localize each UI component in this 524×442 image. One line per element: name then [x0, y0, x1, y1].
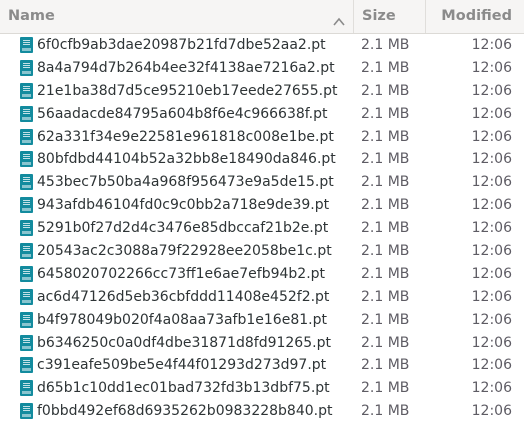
file-modified-time: 12:06 [471, 197, 512, 214]
file-row[interactable]: d65b1c10dd1ec01bad732fd3b13dbf75.pt 2.1 M… [0, 377, 524, 400]
file-name: 56aadacde84795a604b8f6e4c966638f.pt [37, 105, 328, 122]
binary-file-icon [20, 174, 33, 191]
file-modified-time: 12:06 [471, 380, 512, 397]
file-row[interactable]: 5291b0f27d2d4c3476e85dbccaf21b2e.pt 2.1 M… [0, 217, 524, 240]
file-size: 2.1 MB [361, 151, 410, 168]
column-header-name[interactable]: Name [0, 0, 353, 33]
file-size: 2.1 MB [361, 334, 410, 351]
file-row[interactable]: c391eafe509be5e4f44f01293d273d97.pt 2.1 M… [0, 354, 524, 377]
file-size: 2.1 MB [361, 174, 410, 191]
binary-file-icon [20, 128, 33, 145]
binary-file-icon [20, 197, 33, 214]
file-rows: 6f0cfb9ab3dae20987b21fd7dbe52aa2.pt 2.1 M… [0, 34, 524, 423]
file-row[interactable]: 6458020702266cc73ff1e6ae7efb94b2.pt 2.1 M… [0, 263, 524, 286]
binary-file-icon [20, 380, 33, 397]
binary-file-icon [20, 220, 33, 237]
binary-file-icon [20, 334, 33, 351]
column-header-modified[interactable]: Modified [425, 0, 524, 33]
file-size: 2.1 MB [361, 243, 410, 260]
file-size: 2.1 MB [361, 128, 410, 145]
file-modified-time: 12:06 [471, 128, 512, 145]
file-row[interactable]: 62a331f34e9e22581e961818c008e1be.pt 2.1 M… [0, 126, 524, 149]
column-header-size-label: Size [362, 8, 396, 24]
file-name: 453bec7b50ba4a968f956473e9a5de15.pt [37, 174, 334, 191]
binary-file-icon [20, 403, 33, 420]
binary-file-icon [20, 243, 33, 260]
file-name: c391eafe509be5e4f44f01293d273d97.pt [37, 357, 327, 374]
file-size: 2.1 MB [361, 220, 410, 237]
file-modified-time: 12:06 [471, 288, 512, 305]
file-modified-time: 12:06 [471, 311, 512, 328]
binary-file-icon [20, 59, 33, 76]
file-name: d65b1c10dd1ec01bad732fd3b13dbf75.pt [37, 380, 330, 397]
file-name: b6346250c0a0df4dbe31871d8fd91265.pt [37, 334, 331, 351]
file-size: 2.1 MB [361, 197, 410, 214]
file-row[interactable]: b6346250c0a0df4dbe31871d8fd91265.pt 2.1 M… [0, 332, 524, 355]
file-row[interactable]: b4f978049b020f4a08aa73afb1e16e81.pt 2.1 M… [0, 309, 524, 332]
file-modified-time: 12:06 [471, 220, 512, 237]
file-row[interactable]: 80bfdbd44104b52a32bb8e18490da846.pt 2.1 M… [0, 148, 524, 171]
sort-chevron-up-icon [333, 12, 345, 26]
file-modified-time: 12:06 [471, 151, 512, 168]
file-name: 5291b0f27d2d4c3476e85dbccaf21b2e.pt [37, 220, 329, 237]
file-name: 6458020702266cc73ff1e6ae7efb94b2.pt [37, 265, 326, 282]
file-row[interactable]: f0bbd492ef68d6935262b0983228b840.pt 2.1 M… [0, 400, 524, 423]
file-list-view[interactable]: Name Size Modified 6f0cfb9ab3dae20987b21… [0, 0, 524, 442]
file-name: 80bfdbd44104b52a32bb8e18490da846.pt [37, 151, 336, 168]
file-modified-time: 12:06 [471, 243, 512, 260]
file-modified-time: 12:06 [471, 105, 512, 122]
file-name: 20543ac2c3088a79f22928ee2058be1c.pt [37, 243, 332, 260]
file-size: 2.1 MB [361, 105, 410, 122]
file-size: 2.1 MB [361, 311, 410, 328]
file-row[interactable]: 8a4a794d7b264b4ee32f4138ae7216a2.pt 2.1 M… [0, 57, 524, 80]
binary-file-icon [20, 311, 33, 328]
file-row[interactable]: 56aadacde84795a604b8f6e4c966638f.pt 2.1 M… [0, 103, 524, 126]
file-size: 2.1 MB [361, 288, 410, 305]
file-name: ac6d47126d5eb36cbfddd11408e452f2.pt [37, 288, 330, 305]
file-modified-time: 12:06 [471, 357, 512, 374]
file-modified-time: 12:06 [471, 59, 512, 76]
file-modified-time: 12:06 [471, 37, 512, 53]
file-name: 62a331f34e9e22581e961818c008e1be.pt [37, 128, 334, 145]
column-header-size[interactable]: Size [353, 0, 425, 33]
file-row[interactable]: 20543ac2c3088a79f22928ee2058be1c.pt 2.1 M… [0, 240, 524, 263]
file-row[interactable]: 6f0cfb9ab3dae20987b21fd7dbe52aa2.pt 2.1 M… [0, 34, 524, 57]
file-name: 6f0cfb9ab3dae20987b21fd7dbe52aa2.pt [37, 37, 326, 53]
file-row[interactable]: 943afdb46104fd0c9c0bb2a718e9de39.pt 2.1 M… [0, 194, 524, 217]
binary-file-icon [20, 288, 33, 305]
file-size: 2.1 MB [361, 403, 410, 420]
file-modified-time: 12:06 [471, 403, 512, 420]
file-name: 8a4a794d7b264b4ee32f4138ae7216a2.pt [37, 59, 335, 76]
file-name: b4f978049b020f4a08aa73afb1e16e81.pt [37, 311, 327, 328]
file-size: 2.1 MB [361, 59, 410, 76]
column-header-row: Name Size Modified [0, 0, 524, 34]
file-row[interactable]: ac6d47126d5eb36cbfddd11408e452f2.pt 2.1 M… [0, 286, 524, 309]
file-modified-time: 12:06 [471, 174, 512, 191]
binary-file-icon [20, 37, 33, 53]
column-header-name-label: Name [8, 8, 55, 24]
binary-file-icon [20, 265, 33, 282]
file-modified-time: 12:06 [471, 265, 512, 282]
file-size: 2.1 MB [361, 357, 410, 374]
file-modified-time: 12:06 [471, 82, 512, 99]
file-name: f0bbd492ef68d6935262b0983228b840.pt [37, 403, 333, 420]
file-name: 21e1ba38d7d5ce95210eb17eede27655.pt [37, 82, 338, 99]
file-row[interactable]: 453bec7b50ba4a968f956473e9a5de15.pt 2.1 M… [0, 171, 524, 194]
file-row[interactable]: 21e1ba38d7d5ce95210eb17eede27655.pt 2.1 M… [0, 80, 524, 103]
file-size: 2.1 MB [361, 265, 410, 282]
file-size: 2.1 MB [361, 82, 410, 99]
binary-file-icon [20, 151, 33, 168]
column-header-modified-label: Modified [441, 8, 512, 24]
file-name: 943afdb46104fd0c9c0bb2a718e9de39.pt [37, 197, 330, 214]
file-modified-time: 12:06 [471, 334, 512, 351]
binary-file-icon [20, 82, 33, 99]
binary-file-icon [20, 105, 33, 122]
file-size: 2.1 MB [361, 37, 410, 53]
file-size: 2.1 MB [361, 380, 410, 397]
binary-file-icon [20, 357, 33, 374]
